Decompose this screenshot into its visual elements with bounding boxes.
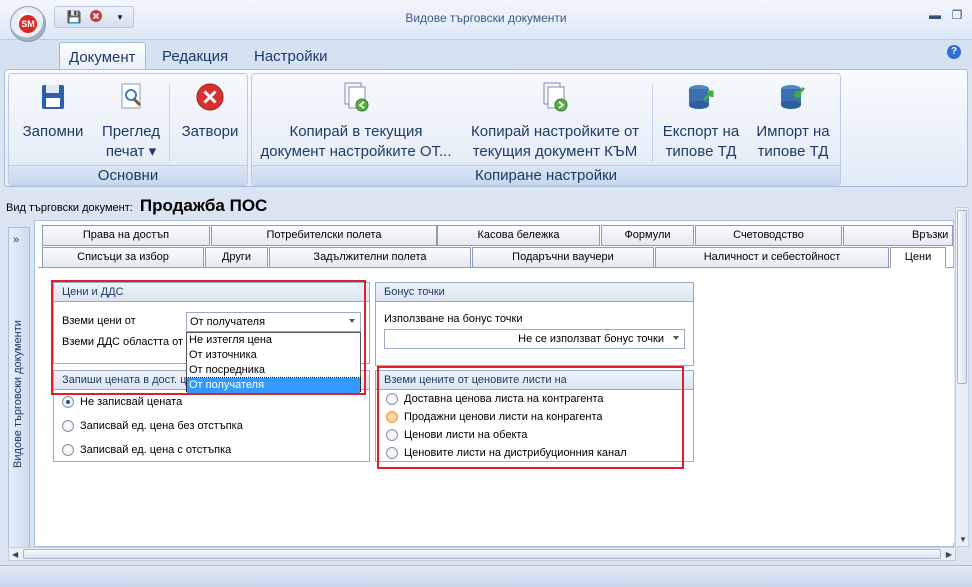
radio-no-record-price[interactable]: Не записвай цената <box>62 396 182 410</box>
tab-other[interactable]: Други <box>205 247 268 268</box>
tab-selection-lists[interactable]: Списъци за избор <box>42 247 204 268</box>
highlight-box-price-lists <box>377 366 684 469</box>
window-title: Видове търговски документи <box>405 11 567 25</box>
quick-access-toolbar: 💾 ▾ <box>54 6 134 28</box>
application-menu-button[interactable]: SM <box>10 6 46 42</box>
copy-to-label-1: Копирай настройките от <box>471 123 639 140</box>
tab-receipt[interactable]: Касова бележка <box>437 225 600 246</box>
floppy-disk-icon <box>42 85 64 109</box>
scroll-left-icon[interactable]: ◀ <box>12 550 18 559</box>
qat-close-icon[interactable] <box>87 9 105 25</box>
close-button[interactable]: Затвори <box>172 80 248 142</box>
horizontal-scroll-thumb[interactable] <box>23 549 941 559</box>
vertical-scrollbar[interactable]: ▼ <box>955 207 969 547</box>
radio-record-price-with-discount[interactable]: Записвай ед. цена с отстъпка <box>62 444 231 458</box>
print-preview-icon <box>121 83 142 109</box>
import-types-label-2: типове ТД <box>757 143 829 160</box>
copy-from-label-1: Копирай в текущия <box>289 123 423 140</box>
scroll-right-icon[interactable]: ▶ <box>946 550 952 559</box>
chevron-down-icon <box>673 336 679 340</box>
radio-record-price-without-discount[interactable]: Записвай ед. цена без отстъпка <box>62 420 243 434</box>
qat-customize-chevron-icon[interactable]: ▾ <box>111 9 129 25</box>
tab-required-fields[interactable]: Задължителни полета <box>269 247 471 268</box>
tab-links[interactable]: Връзки с <box>843 225 953 246</box>
copy-from-button[interactable]: Копирай в текущия документ настройките О… <box>256 80 456 162</box>
ribbon-tab-strip: Документ Редакция Настройки <box>0 40 972 70</box>
bonus-usage-value: Не се използват бонус точки <box>518 333 664 345</box>
copy-to-button[interactable]: Копирай настройките от текущия документ … <box>460 80 650 162</box>
restore-button[interactable]: ❐ <box>948 8 966 26</box>
copy-to-icon <box>543 82 568 112</box>
export-types-label-2: типове ТД <box>665 143 737 160</box>
radio-label: Записвай ед. цена с отстъпка <box>80 444 232 456</box>
radio-dot-icon <box>62 444 74 456</box>
copy-from-label-2: документ настройките ОТ... <box>260 143 452 160</box>
database-import-icon <box>781 85 806 109</box>
bonus-points-header: Бонус точки <box>376 283 693 302</box>
highlight-box-prices-vat <box>51 280 366 395</box>
horizontal-scrollbar[interactable]: ◀ ▶ <box>8 547 956 561</box>
group-label-main: Основни <box>9 165 247 185</box>
bonus-usage-label: Използване на бонус точки <box>384 313 523 325</box>
vertical-scroll-thumb[interactable] <box>957 210 967 384</box>
radio-label: Не записвай цената <box>80 396 183 408</box>
export-types-button[interactable]: Експорт на типове ТД <box>656 80 746 162</box>
collapsed-side-panel[interactable]: » Видове търговски документи <box>8 227 30 549</box>
document-type-row: Вид търговски документ: Продажба ПОС <box>6 196 267 216</box>
print-preview-label-2: печат ▾ <box>105 143 157 160</box>
minimize-button[interactable]: ▬ <box>926 8 944 26</box>
copy-from-icon <box>344 82 369 112</box>
tab-availability-cost[interactable]: Наличност и себестойност <box>655 247 889 268</box>
ribbon-separator <box>169 84 170 162</box>
tab-access-rights[interactable]: Права на достъп <box>42 225 210 246</box>
close-label: Затвори <box>181 123 239 140</box>
radio-label: Записвай ед. цена без отстъпка <box>80 420 243 432</box>
expand-chevron-icon[interactable]: » <box>13 234 19 246</box>
document-type-label: Вид търговски документ: <box>6 202 133 214</box>
group-label-copy-settings: Копиране настройки <box>252 165 840 185</box>
import-types-button[interactable]: Импорт на типове ТД <box>748 80 838 162</box>
bonus-usage-combo[interactable]: Не се използват бонус точки <box>384 329 685 349</box>
tab-accounting[interactable]: Счетоводство <box>695 225 842 246</box>
tab-gift-vouchers[interactable]: Подаръчни ваучери <box>472 247 654 268</box>
tab-user-fields[interactable]: Потребителски полета <box>211 225 437 246</box>
tab-prices[interactable]: Цени <box>890 247 946 268</box>
print-preview-label-1: Преглед <box>101 123 161 140</box>
radio-dot-icon <box>62 420 74 432</box>
red-x-circle-icon <box>196 83 224 111</box>
tab-edit[interactable]: Редакция <box>153 42 237 70</box>
app-logo-icon: SM <box>19 15 37 33</box>
tab-settings[interactable]: Настройки <box>245 42 337 70</box>
tab-formulas[interactable]: Формули <box>601 225 694 246</box>
ribbon-group-copy-settings: Копирай в текущия документ настройките О… <box>251 73 841 186</box>
document-type-value: Продажба ПОС <box>139 196 268 215</box>
import-types-label-1: Импорт на <box>756 123 830 140</box>
export-types-label-1: Експорт на <box>662 123 740 140</box>
help-icon[interactable]: ? <box>947 45 961 59</box>
save-label: Запомни <box>22 123 84 140</box>
ribbon-separator <box>652 84 653 162</box>
side-panel-label: Видове търговски документи <box>12 320 24 468</box>
scroll-down-icon[interactable]: ▼ <box>959 535 967 544</box>
tab-document[interactable]: Документ <box>59 42 146 70</box>
status-bar <box>0 565 972 587</box>
print-preview-button[interactable]: Преглед печат ▾ <box>93 80 169 162</box>
ribbon-group-main: Запомни Преглед печат ▾ Затвори Основни <box>8 73 248 186</box>
save-button[interactable]: Запомни <box>15 80 91 142</box>
qat-save-icon[interactable]: 💾 <box>65 9 83 25</box>
database-export-icon <box>689 85 714 109</box>
copy-to-label-2: текущия документ КЪМ <box>472 143 638 160</box>
ribbon-panel: Запомни Преглед печат ▾ Затвори Основни … <box>4 69 968 187</box>
radio-dot-icon <box>62 396 74 408</box>
